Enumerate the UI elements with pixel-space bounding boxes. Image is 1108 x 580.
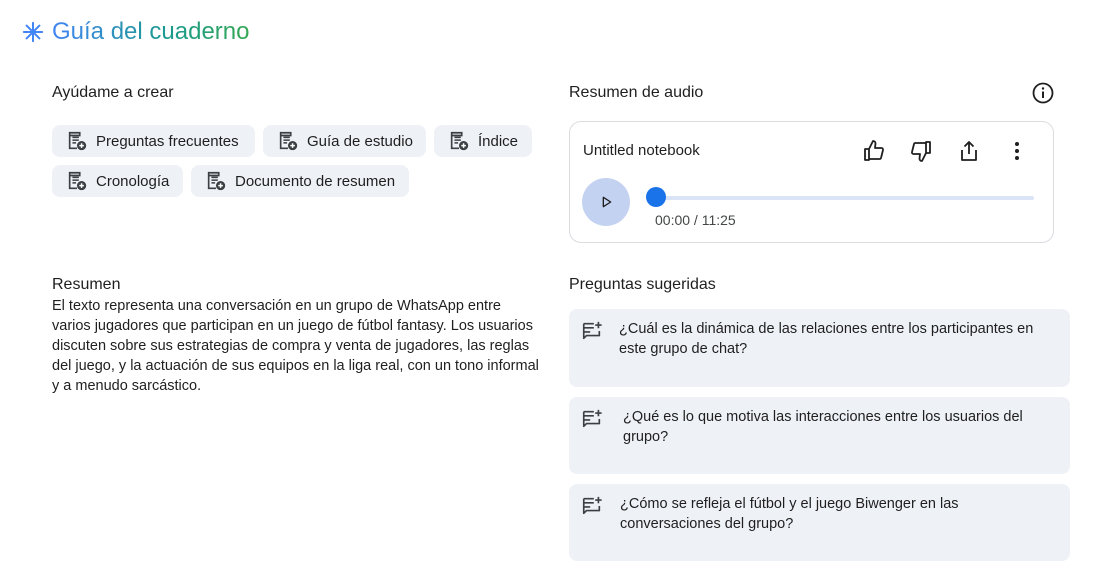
help-create-label: Ayúdame a crear <box>52 84 174 101</box>
chip-briefing-doc[interactable]: Documento de resumen <box>191 165 409 197</box>
share-button[interactable] <box>954 136 984 166</box>
audio-progress-track[interactable] <box>648 196 1034 200</box>
audio-time: 00:00 / 11:25 <box>655 212 736 228</box>
chip-label: Guía de estudio <box>307 132 413 150</box>
add-comment-icon <box>582 321 602 340</box>
audio-notebook-title: Untitled notebook <box>583 142 700 159</box>
share-icon <box>961 141 977 161</box>
audio-overview-label: Resumen de audio <box>569 84 704 101</box>
audio-seek-handle[interactable] <box>646 187 666 207</box>
question-text: ¿Cómo se refleja el fútbol y el juego Bi… <box>620 496 959 532</box>
add-comment-icon <box>582 496 602 515</box>
play-button[interactable] <box>582 178 630 226</box>
chip-faq[interactable]: Preguntas frecuentes <box>52 125 255 157</box>
note-add-icon <box>279 131 298 151</box>
summary-text: El texto representa una conversación en … <box>52 298 539 394</box>
chip-label: Preguntas frecuentes <box>96 132 239 150</box>
more-options-button[interactable] <box>1002 136 1032 166</box>
page-title: Guía del cuaderno <box>52 18 250 45</box>
note-add-icon <box>450 131 469 151</box>
thumbs-down-icon <box>911 141 931 162</box>
question-text: ¿Qué es lo que motiva las interacciones … <box>623 409 1023 445</box>
suggested-question[interactable]: ¿Cuál es la dinámica de las relaciones e… <box>569 309 1070 387</box>
sparkle-icon <box>22 21 44 43</box>
suggested-question[interactable]: ¿Qué es lo que motiva las interacciones … <box>569 397 1070 474</box>
chip-label: Documento de resumen <box>235 172 396 190</box>
more-vert-icon <box>1015 142 1019 160</box>
chip-label: Índice <box>478 132 519 150</box>
question-text: ¿Cuál es la dinámica de las relaciones e… <box>619 321 1034 357</box>
suggested-questions-label: Preguntas sugeridas <box>569 276 716 293</box>
add-comment-icon <box>582 409 602 428</box>
notebook-guide-header: Guía del cuaderno <box>22 18 249 46</box>
chip-study-guide[interactable]: Guía de estudio <box>263 125 426 157</box>
audio-player-card: Untitled notebook 00:00 / 11:25 <box>569 121 1054 243</box>
thumbs-down-button[interactable] <box>906 136 936 166</box>
chip-index[interactable]: Índice <box>434 125 532 157</box>
note-add-icon <box>207 171 226 191</box>
summary-label: Resumen <box>52 276 121 293</box>
chip-timeline[interactable]: Cronología <box>52 165 183 197</box>
note-add-icon <box>68 171 87 191</box>
note-add-icon <box>68 131 87 151</box>
chip-label: Cronología <box>96 172 170 190</box>
thumbs-up-button[interactable] <box>859 136 889 166</box>
thumbs-up-icon <box>864 140 884 161</box>
info-icon[interactable] <box>1031 81 1055 105</box>
play-icon <box>602 196 612 208</box>
suggested-question[interactable]: ¿Cómo se refleja el fútbol y el juego Bi… <box>569 484 1070 561</box>
